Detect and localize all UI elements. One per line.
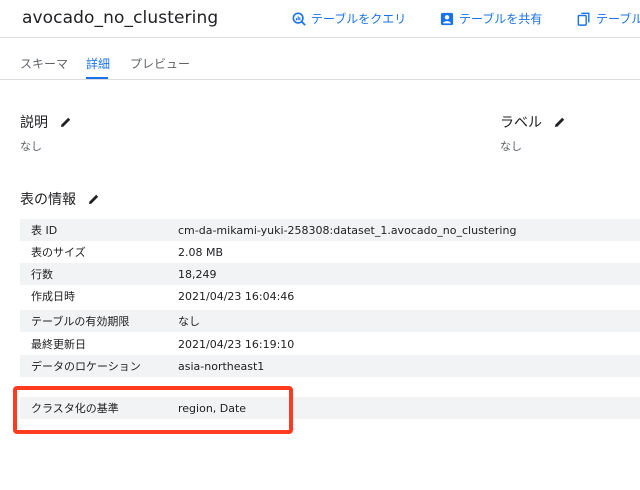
page-title: avocado_no_clustering (22, 8, 219, 28)
labels-value: なし (500, 140, 522, 153)
description-value: なし (20, 140, 42, 153)
page-header: avocado_no_clustering テーブルをクエリ テーブルを共有 テ… (0, 0, 640, 38)
location-key: データのロケーション (31, 360, 141, 373)
last-modified-key: 最終更新日 (31, 338, 86, 351)
table-row: 行数 18,249 (20, 263, 640, 285)
expiration-value: なし (178, 315, 200, 328)
description-section: 説明 (20, 112, 72, 132)
last-modified-value: 2021/04/23 16:19:10 (178, 337, 295, 351)
query-table-label: テーブルをクエリ (311, 12, 407, 26)
created-value: 2021/04/23 16:04:46 (178, 289, 295, 303)
table-row: データのロケーション asia-northeast1 (20, 355, 640, 377)
clustering-highlight-box (13, 386, 293, 434)
created-key: 作成日時 (31, 290, 75, 303)
description-heading: 説明 (20, 115, 48, 131)
share-table-label: テーブルを共有 (459, 12, 543, 26)
edit-pencil-icon[interactable] (554, 116, 566, 128)
table-row: 表 ID cm-da-mikami-yuki-258308:dataset_1.… (20, 219, 640, 241)
tab-schema[interactable]: スキーマ (20, 55, 68, 72)
edit-pencil-icon[interactable] (88, 193, 100, 205)
copy-table-label: テーブル (596, 12, 640, 26)
table-id-value: cm-da-mikami-yuki-258308:dataset_1.avoca… (178, 223, 517, 237)
table-info-section: 表の情報 (20, 189, 100, 209)
location-value: asia-northeast1 (178, 359, 265, 373)
table-size-key: 表のサイズ (31, 246, 86, 259)
active-tab-indicator (86, 77, 108, 79)
table-id-key: 表 ID (31, 224, 58, 237)
table-row: 最終更新日 2021/04/23 16:19:10 (20, 333, 640, 355)
table-info-heading: 表の情報 (20, 192, 76, 208)
share-table-button[interactable]: テーブルを共有 (440, 10, 542, 27)
detail-tabs: スキーマ 詳細 プレビュー (0, 38, 640, 80)
share-person-icon (440, 12, 454, 25)
copy-icon (577, 12, 590, 26)
query-icon (292, 12, 306, 26)
table-row: テーブルの有効期限 なし (20, 310, 640, 332)
table-row: 表のサイズ 2.08 MB (20, 241, 640, 263)
table-size-value: 2.08 MB (178, 245, 224, 259)
tab-preview[interactable]: プレビュー (130, 55, 190, 72)
row-count-key: 行数 (31, 268, 53, 281)
query-table-button[interactable]: テーブルをクエリ (292, 10, 406, 27)
edit-pencil-icon[interactable] (60, 116, 72, 128)
tab-details[interactable]: 詳細 (86, 55, 110, 72)
row-count-value: 18,249 (178, 267, 217, 281)
expiration-key: テーブルの有効期限 (31, 315, 130, 328)
labels-section: ラベル (500, 112, 566, 132)
copy-table-button[interactable]: テーブル (577, 10, 640, 27)
table-row: 作成日時 2021/04/23 16:04:46 (20, 285, 640, 307)
labels-heading: ラベル (500, 115, 542, 131)
